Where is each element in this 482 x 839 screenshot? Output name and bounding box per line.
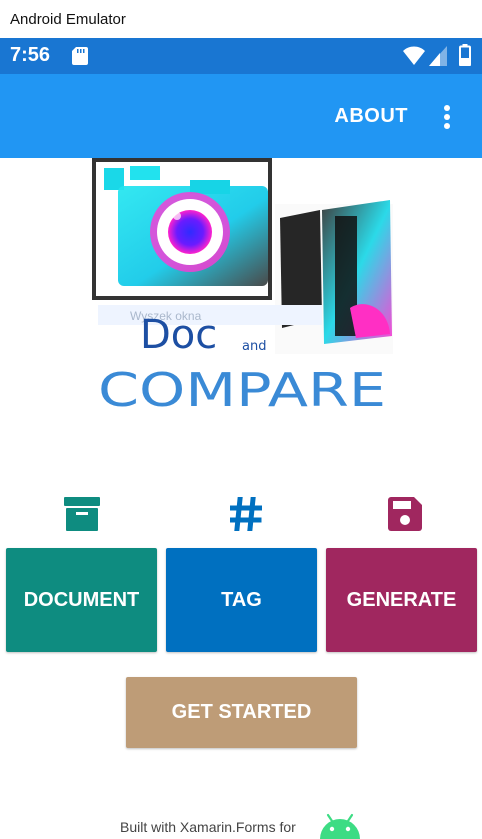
more-vert-icon[interactable] <box>438 102 456 132</box>
window-title: Android Emulator <box>10 11 126 28</box>
generate-feature-icon <box>385 494 425 534</box>
footer-text: Built with Xamarin.Forms for <box>120 819 296 835</box>
generate-button[interactable]: GENERATE <box>326 548 477 652</box>
logo-doc-text: Doc <box>140 312 217 358</box>
logo-compare-text: COMPARE <box>98 363 386 417</box>
signal-icon <box>429 46 447 66</box>
archive-icon <box>64 497 100 531</box>
about-button[interactable]: ABOUT <box>334 105 408 128</box>
tag-feature-icon <box>226 494 266 534</box>
logo-and-text: and <box>242 339 266 354</box>
tag-button[interactable]: TAG <box>166 548 317 652</box>
android-icon <box>320 813 360 839</box>
status-time: 7:56 <box>10 44 51 66</box>
save-icon <box>388 497 422 531</box>
wifi-icon <box>403 46 425 65</box>
window-titlebar: Android Emulator <box>0 0 482 38</box>
document-button[interactable]: DOCUMENT <box>6 548 157 652</box>
status-bar: 7:56 <box>0 38 482 74</box>
sd-card-icon <box>72 47 88 65</box>
document-feature-icon <box>62 494 102 534</box>
app-toolbar: ABOUT <box>0 74 482 158</box>
app-logo: Wyszek okna Doc and COMPARE <box>92 158 393 417</box>
battery-icon <box>459 44 471 66</box>
hash-icon <box>230 497 262 531</box>
get-started-button[interactable]: GET STARTED <box>126 677 357 748</box>
